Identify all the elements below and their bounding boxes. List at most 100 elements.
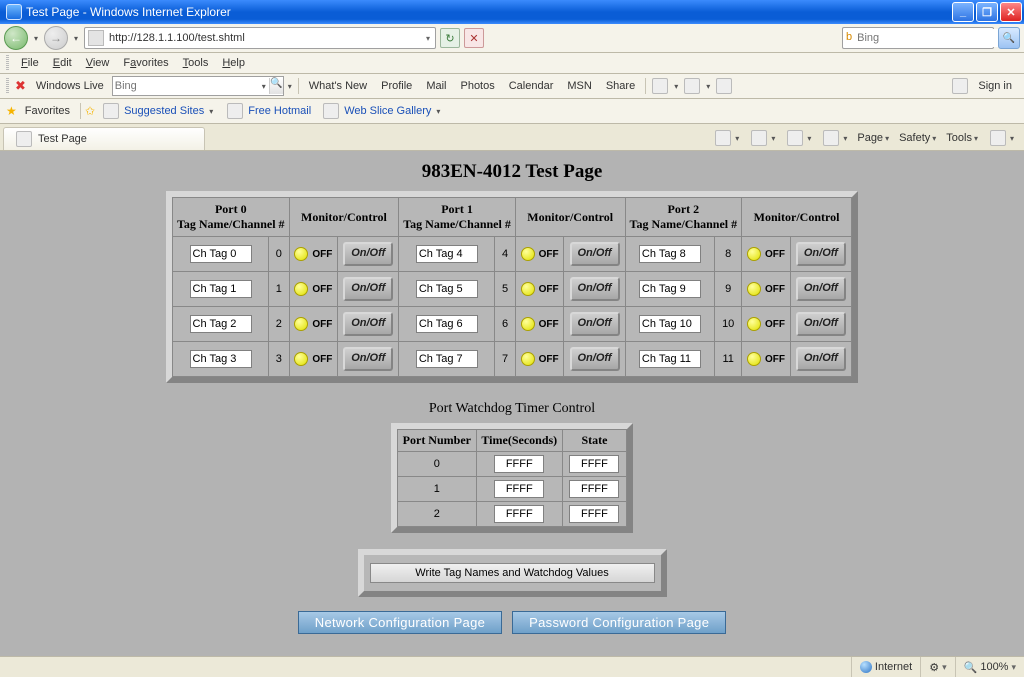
live-search-go[interactable]: 🔍 — [269, 78, 283, 94]
back-history-dropdown[interactable]: ▾ — [32, 34, 40, 43]
channel-tag-input[interactable] — [190, 245, 252, 263]
write-panel: Write Tag Names and Watchdog Values — [358, 549, 667, 597]
live-tool-icon-2[interactable] — [684, 78, 700, 94]
watchdog-state-input[interactable] — [569, 455, 619, 473]
watchdog-time-input[interactable] — [494, 455, 544, 473]
watchdog-time-input[interactable] — [494, 505, 544, 523]
menu-view[interactable]: View — [80, 55, 116, 71]
channel-tag-input[interactable] — [416, 245, 478, 263]
onoff-button[interactable]: On/Off — [570, 347, 620, 371]
windows-live-label[interactable]: Windows Live — [30, 78, 110, 94]
channel-tag-input[interactable] — [416, 280, 478, 298]
watchdog-state-input[interactable] — [569, 505, 619, 523]
browser-tab[interactable]: Test Page — [3, 127, 205, 150]
onoff-button[interactable]: On/Off — [796, 312, 846, 336]
live-settings-icon[interactable] — [952, 78, 968, 94]
onoff-button[interactable]: On/Off — [796, 277, 846, 301]
link-msn[interactable]: MSN — [561, 78, 597, 94]
watchdog-time-input[interactable] — [494, 480, 544, 498]
live-search-input[interactable] — [113, 78, 259, 94]
live-search-dropdown[interactable]: ▾ — [259, 82, 269, 91]
onoff-button[interactable]: On/Off — [343, 242, 393, 266]
add-favorite-icon[interactable]: ✩ — [85, 104, 95, 118]
signin-link[interactable]: Sign in — [972, 78, 1018, 94]
favorites-star-icon[interactable]: ★ — [6, 104, 17, 118]
channel-tag-input[interactable] — [639, 245, 701, 263]
onoff-button[interactable]: On/Off — [343, 347, 393, 371]
cmd-safety[interactable]: Safety ▾ — [895, 130, 940, 146]
onoff-button[interactable]: On/Off — [570, 277, 620, 301]
minimize-button[interactable]: _ — [952, 2, 974, 22]
onoff-button[interactable]: On/Off — [570, 242, 620, 266]
menu-file[interactable]: File — [15, 55, 45, 71]
link-calendar[interactable]: Calendar — [503, 78, 560, 94]
channel-tag-input[interactable] — [190, 315, 252, 333]
protected-mode-cell[interactable]: ⚙▾ — [920, 657, 954, 677]
live-tool-icon-1[interactable] — [652, 78, 668, 94]
forward-history-dropdown[interactable]: ▾ — [72, 34, 80, 43]
cmd-readmail[interactable]: ▾ — [781, 128, 815, 148]
onoff-button[interactable]: On/Off — [343, 312, 393, 336]
status-led-icon — [294, 282, 308, 296]
cmd-home[interactable]: ▾ — [709, 128, 743, 148]
url-input[interactable] — [107, 29, 421, 47]
refresh-button[interactable]: ↻ — [440, 28, 460, 48]
link-share[interactable]: Share — [600, 78, 641, 94]
onoff-button[interactable]: On/Off — [343, 277, 393, 301]
search-go-button[interactable]: 🔍 — [998, 27, 1020, 49]
status-led-icon — [521, 282, 535, 296]
web-slice-gallery-link[interactable]: Web Slice Gallery ▾ — [317, 101, 446, 121]
favorites-label[interactable]: Favorites — [19, 103, 76, 119]
cmd-tools[interactable]: Tools ▾ — [942, 130, 982, 146]
address-bar[interactable]: ▾ — [84, 27, 436, 49]
channel-tag-input[interactable] — [190, 280, 252, 298]
status-off-label: OFF — [539, 249, 559, 260]
password-config-link[interactable]: Password Configuration Page — [512, 611, 726, 634]
browser-search-input[interactable] — [855, 29, 1001, 47]
port-row: 0OFFOn/Off4OFFOn/Off8OFFOn/Off — [173, 237, 852, 272]
cmd-feeds[interactable]: ▾ — [745, 128, 779, 148]
channel-tag-input[interactable] — [639, 350, 701, 368]
help-icon — [990, 130, 1006, 146]
free-hotmail-link[interactable]: Free Hotmail — [221, 101, 315, 121]
channel-tag-input[interactable] — [190, 350, 252, 368]
watchdog-state-input[interactable] — [569, 480, 619, 498]
menu-help[interactable]: Help — [216, 55, 251, 71]
browser-search-box[interactable]: b ▾ — [842, 27, 994, 49]
maximize-button[interactable]: ❐ — [976, 2, 998, 22]
link-photos[interactable]: Photos — [454, 78, 500, 94]
suggested-sites-link[interactable]: Suggested Sites ▾ — [97, 101, 219, 121]
onoff-button[interactable]: On/Off — [796, 347, 846, 371]
back-button[interactable]: ← — [4, 26, 28, 50]
close-button[interactable]: ✕ — [1000, 2, 1022, 22]
status-led-icon — [747, 317, 761, 331]
cmd-print[interactable]: ▾ — [817, 128, 851, 148]
link-mail[interactable]: Mail — [420, 78, 452, 94]
watchdog-port-number: 1 — [398, 477, 477, 502]
cmd-help[interactable]: ▾ — [984, 128, 1018, 148]
menu-edit[interactable]: Edit — [47, 55, 78, 71]
channel-tag-input[interactable] — [416, 350, 478, 368]
write-tagnames-button[interactable]: Write Tag Names and Watchdog Values — [370, 563, 655, 583]
stop-button[interactable]: ✕ — [464, 28, 484, 48]
channel-number: 1 — [269, 272, 289, 307]
channel-tag-input[interactable] — [639, 315, 701, 333]
onoff-button[interactable]: On/Off — [796, 242, 846, 266]
live-tool-icon-3[interactable] — [716, 78, 732, 94]
channel-tag-input[interactable] — [639, 280, 701, 298]
status-zone[interactable]: Internet — [851, 657, 920, 677]
network-config-link[interactable]: Network Configuration Page — [298, 611, 502, 634]
link-profile[interactable]: Profile — [375, 78, 418, 94]
status-off-label: OFF — [765, 319, 785, 330]
cmd-page[interactable]: Page ▾ — [853, 130, 893, 146]
link-whatsnew[interactable]: What's New — [303, 78, 373, 94]
channel-tag-input[interactable] — [416, 315, 478, 333]
menu-tools[interactable]: Tools — [177, 55, 215, 71]
zoom-cell[interactable]: 🔍 100% ▾ — [955, 657, 1024, 677]
menu-favorites[interactable]: Favorites — [117, 55, 174, 71]
url-history-dropdown[interactable]: ▾ — [421, 34, 435, 43]
forward-button[interactable]: → — [44, 26, 68, 50]
onoff-button[interactable]: On/Off — [570, 312, 620, 336]
live-search-box[interactable]: ▾ 🔍 — [112, 76, 284, 96]
channel-number: 4 — [495, 237, 515, 272]
